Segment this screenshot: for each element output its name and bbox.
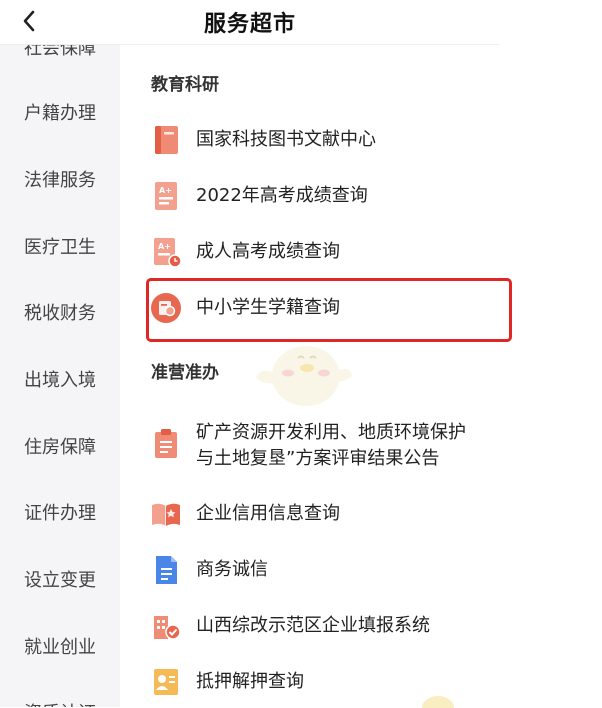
service-label-line-1: 矿产资源开发利用、地质环境保护 bbox=[196, 422, 466, 443]
sidebar-item-tax-finance[interactable]: 税收财务 bbox=[0, 299, 120, 329]
duck-mascot-watermark-small-icon bbox=[422, 696, 454, 708]
sidebar-item-entry-exit[interactable]: 出境入境 bbox=[0, 366, 120, 396]
service-label: 企业信用信息查询 bbox=[196, 503, 340, 524]
service-item-mineral-announcement[interactable]: 矿产资源开发利用、地质环境保护 与土地复垦”方案评审结果公告 bbox=[150, 420, 466, 472]
service-item-shanxi-reform-system[interactable]: 山西综改示范区企业填报系统 bbox=[150, 610, 430, 642]
score-sheet-clock-icon: A+ bbox=[154, 238, 182, 268]
service-item-enterprise-credit[interactable]: 企业信用信息查询 bbox=[150, 498, 340, 530]
service-label: 山西综改示范区企业填报系统 bbox=[196, 615, 430, 636]
id-card-icon bbox=[154, 669, 178, 695]
clipboard-icon bbox=[155, 429, 177, 458]
student-record-icon bbox=[151, 293, 181, 323]
page-title: 服务超市 bbox=[203, 12, 296, 37]
service-label: 国家科技图书文献中心 bbox=[196, 129, 376, 150]
section-title-education: 教育科研 bbox=[151, 75, 219, 95]
top-bar: 服务超市 bbox=[0, 0, 500, 45]
service-item-student-record[interactable]: 中小学生学籍查询 bbox=[150, 292, 340, 324]
duck-mascot-watermark-icon bbox=[256, 346, 352, 406]
sidebar-item-qualification[interactable]: 资质认证 bbox=[0, 699, 120, 707]
sidebar-item-housing-security[interactable]: 住房保障 bbox=[0, 433, 120, 463]
sidebar-item-legal-services[interactable]: 法律服务 bbox=[0, 166, 120, 196]
sidebar-item-household-registration[interactable]: 户籍办理 bbox=[0, 99, 120, 129]
service-label: 抵押解押查询 bbox=[196, 671, 304, 692]
sidebar-item-establish-change[interactable]: 设立变更 bbox=[0, 566, 120, 596]
service-item-gaokao-2022[interactable]: A+ 2022年高考成绩查询 bbox=[150, 180, 368, 212]
sidebar-item-certificates[interactable]: 证件办理 bbox=[0, 499, 120, 529]
sidebar-item-social-security[interactable]: 社会保障 bbox=[0, 44, 120, 64]
service-item-mortgage-query[interactable]: 抵押解押查询 bbox=[150, 666, 304, 698]
service-label: 商务诚信 bbox=[196, 559, 268, 580]
svg-text:A+: A+ bbox=[158, 242, 171, 251]
service-item-business-integrity[interactable]: 商务诚信 bbox=[150, 554, 268, 586]
document-icon bbox=[156, 556, 177, 584]
book-icon bbox=[155, 126, 178, 154]
service-item-adult-exam[interactable]: A+ 成人高考成绩查询 bbox=[150, 236, 340, 268]
sidebar-item-medical-health[interactable]: 医疗卫生 bbox=[0, 233, 120, 263]
building-check-icon bbox=[154, 616, 181, 640]
open-book-icon bbox=[152, 503, 180, 526]
service-label: 成人高考成绩查询 bbox=[196, 241, 340, 262]
svg-text:A+: A+ bbox=[159, 186, 172, 195]
service-label: 2022年高考成绩查询 bbox=[196, 185, 368, 206]
sidebar-item-employment[interactable]: 就业创业 bbox=[0, 633, 120, 663]
section-title-business-permit: 准营准办 bbox=[151, 363, 219, 383]
service-label-line-2: 与土地复垦”方案评审结果公告 bbox=[196, 448, 440, 469]
service-label: 中小学生学籍查询 bbox=[196, 297, 340, 318]
score-sheet-icon: A+ bbox=[155, 182, 177, 210]
category-sidebar[interactable]: 社会保障 户籍办理 法律服务 医疗卫生 税收财务 出境入境 住房保障 证件办理 … bbox=[0, 44, 120, 707]
service-item-ntstl[interactable]: 国家科技图书文献中心 bbox=[150, 124, 376, 156]
